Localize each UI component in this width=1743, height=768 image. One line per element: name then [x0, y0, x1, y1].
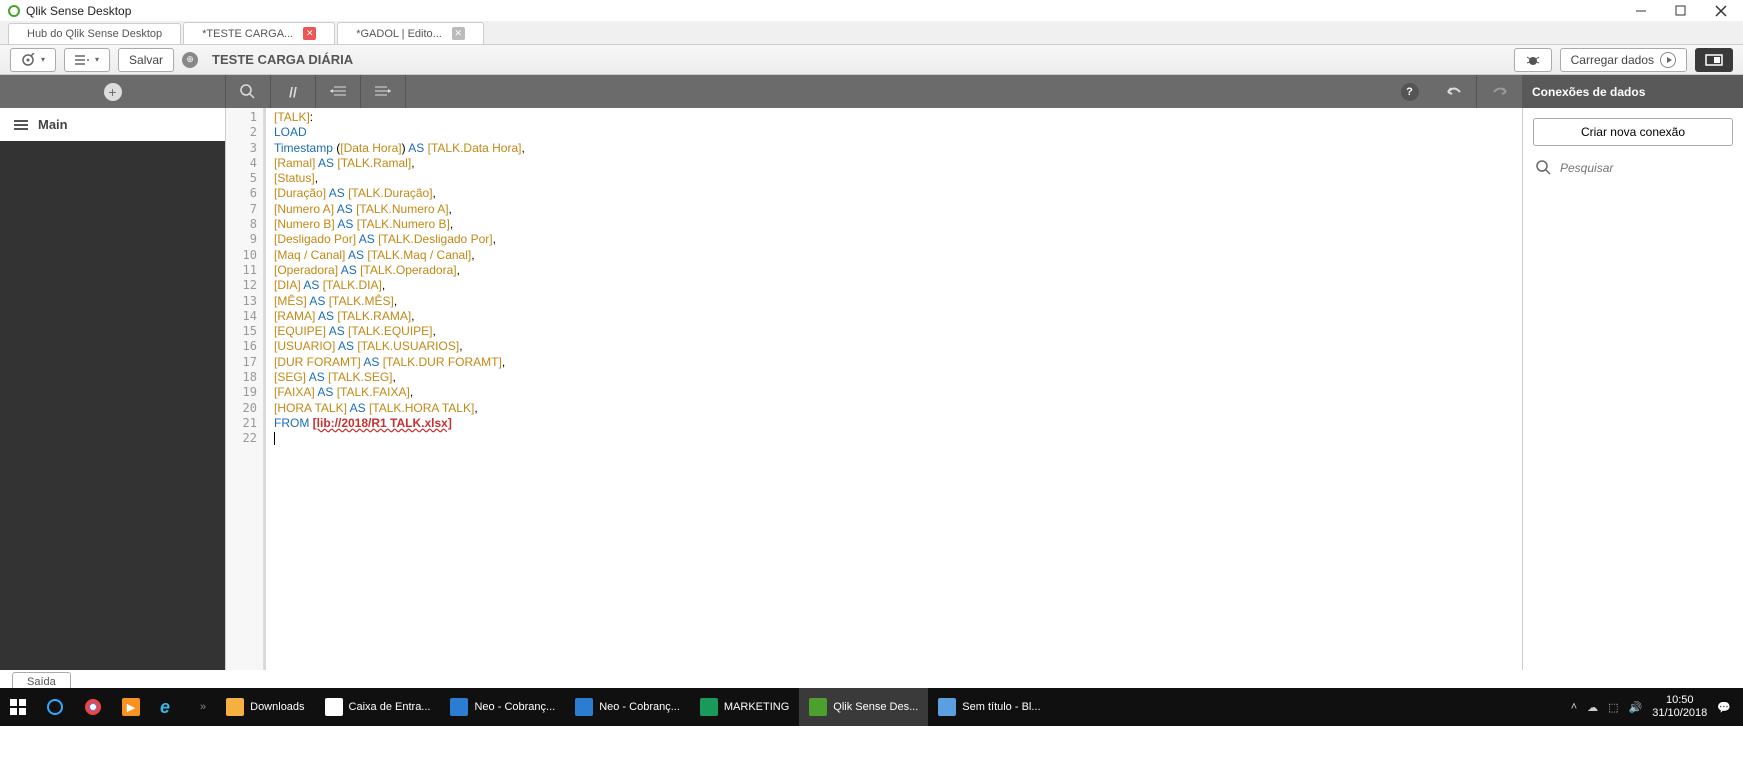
- main-toolbar: Salvar ⊕ TESTE CARGA DIÁRIA Carregar dad…: [0, 45, 1743, 75]
- add-section-area: +: [0, 75, 226, 108]
- media-pinned[interactable]: ▶: [112, 688, 150, 726]
- cortana-button[interactable]: [36, 688, 74, 726]
- tray-up-icon[interactable]: ˄: [1571, 701, 1577, 713]
- ie-pinned[interactable]: e: [150, 688, 190, 726]
- help-button[interactable]: ?: [1387, 75, 1432, 108]
- window-title: Qlik Sense Desktop: [26, 4, 131, 18]
- taskbar-item[interactable]: Caixa de Entra...: [315, 688, 441, 726]
- start-button[interactable]: [0, 688, 36, 726]
- menu-button[interactable]: [64, 48, 110, 72]
- search-icon: [1536, 160, 1552, 176]
- close-button[interactable]: [1711, 1, 1731, 21]
- create-connection-button[interactable]: Criar nova conexão: [1533, 118, 1733, 146]
- close-icon[interactable]: ✕: [452, 27, 465, 40]
- load-data-label: Carregar dados: [1571, 53, 1654, 67]
- add-section-button[interactable]: +: [104, 83, 122, 101]
- tab-label: Hub do Qlik Sense Desktop: [27, 28, 162, 40]
- code-editor[interactable]: [TALK]:LOADTimestamp ([Data Hora]) AS [T…: [264, 108, 1522, 670]
- save-button[interactable]: Salvar: [118, 48, 174, 72]
- section-label: Main: [38, 117, 68, 132]
- onedrive-icon[interactable]: ☁: [1587, 701, 1598, 714]
- indent-button[interactable]: [316, 75, 361, 108]
- taskbar-item[interactable]: Qlik Sense Des...: [799, 688, 928, 726]
- window-titlebar: Qlik Sense Desktop: [0, 0, 1743, 21]
- notifications-icon[interactable]: 💬: [1717, 701, 1731, 714]
- globe-icon: ⊕: [182, 52, 198, 68]
- qlik-icon: [8, 5, 20, 17]
- sections-panel: Main: [0, 108, 226, 670]
- load-data-button[interactable]: Carregar dados: [1560, 48, 1687, 72]
- network-icon[interactable]: ⬚: [1608, 701, 1618, 714]
- tab-label: *TESTE CARGA...: [202, 28, 293, 40]
- app-title: TESTE CARGA DIÁRIA: [212, 52, 353, 67]
- taskbar-item[interactable]: Downloads: [216, 688, 314, 726]
- output-toggle[interactable]: Saída: [12, 672, 71, 688]
- tab-teste-carga[interactable]: *TESTE CARGA... ✕: [183, 22, 335, 44]
- editor-toolbar: + // ? Conexões de dados: [0, 75, 1743, 108]
- tab-label: *GADOL | Edito...: [356, 28, 442, 40]
- tab-gadol[interactable]: *GADOL | Edito... ✕: [337, 22, 484, 44]
- connections-header: Conexões de dados: [1522, 75, 1743, 108]
- clock-time: 10:50: [1652, 694, 1707, 707]
- minimize-button[interactable]: [1631, 1, 1651, 21]
- taskbar-item[interactable]: MARKETING: [690, 688, 799, 726]
- clock-date: 31/10/2018: [1652, 707, 1707, 720]
- undo-button[interactable]: [1432, 75, 1477, 108]
- editor-panel: 12345678910111213141516171819202122 [TAL…: [226, 108, 1522, 670]
- line-gutter: 12345678910111213141516171819202122: [226, 108, 264, 670]
- play-icon: [1660, 52, 1676, 68]
- search-button[interactable]: [226, 75, 271, 108]
- connection-search-input[interactable]: [1560, 161, 1733, 175]
- section-main[interactable]: Main: [0, 108, 225, 141]
- view-button[interactable]: [1695, 48, 1733, 72]
- taskbar-item[interactable]: Neo - Cobranç...: [565, 688, 690, 726]
- drag-handle-icon: [14, 120, 28, 130]
- output-area: Saída: [0, 670, 1743, 688]
- overflow-button[interactable]: »: [190, 688, 216, 726]
- debug-button[interactable]: [1514, 48, 1552, 72]
- redo-button[interactable]: [1477, 75, 1522, 108]
- comment-button[interactable]: //: [271, 75, 316, 108]
- navigate-button[interactable]: [10, 48, 56, 72]
- clock[interactable]: 10:50 31/10/2018: [1652, 694, 1707, 720]
- taskbar-item[interactable]: Sem título - Bl...: [928, 688, 1050, 726]
- taskbar-item[interactable]: Neo - Cobranç...: [440, 688, 565, 726]
- volume-icon[interactable]: 🔊: [1629, 701, 1643, 714]
- tab-hub[interactable]: Hub do Qlik Sense Desktop: [8, 23, 181, 44]
- connections-panel: Criar nova conexão: [1522, 108, 1743, 670]
- windows-taskbar: ▶ e » DownloadsCaixa de Entra...Neo - Co…: [0, 688, 1743, 726]
- maximize-button[interactable]: [1671, 1, 1691, 21]
- chrome-pinned[interactable]: [74, 688, 112, 726]
- close-icon[interactable]: ✕: [303, 27, 316, 40]
- outdent-button[interactable]: [361, 75, 406, 108]
- tab-bar: Hub do Qlik Sense Desktop *TESTE CARGA..…: [0, 21, 1743, 45]
